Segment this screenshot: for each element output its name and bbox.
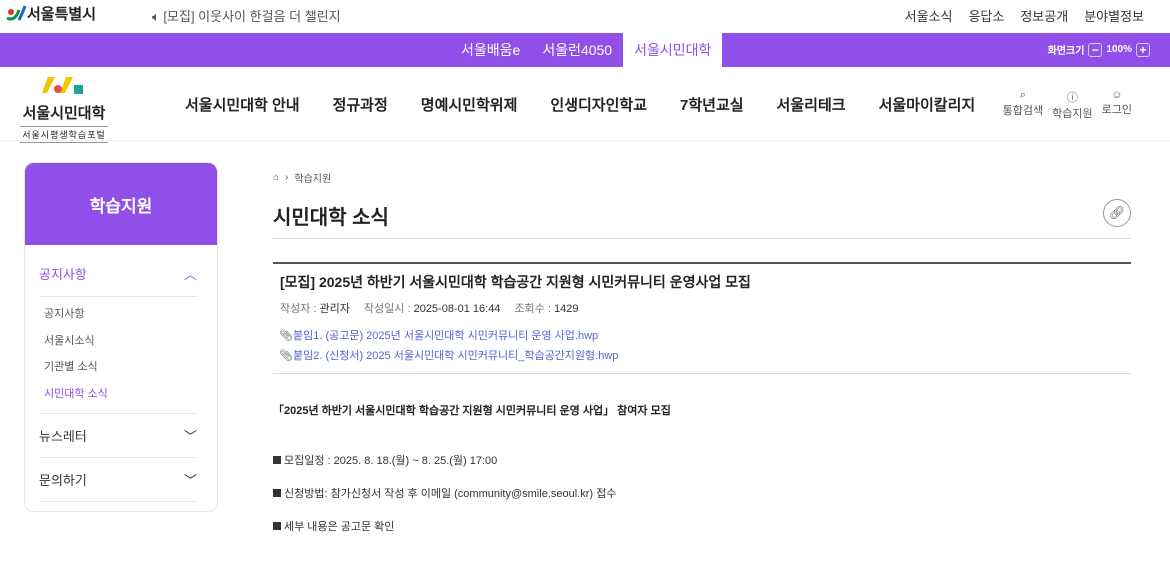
views-value: 1429 [553,303,579,315]
notice-text[interactable]: [모집] 이웃사이 한걸음 더 챌린지 [163,9,340,24]
nav-seoul-my-college[interactable]: 서울마이칼리지 [879,94,976,115]
main-nav: 서울시민대학 안내 정규과정 명예시민학위제 인생디자인학교 7학년교실 서울리… [185,94,975,115]
attachment-name[interactable]: 붙임1. (공고문) 2025년 서울시민대학 시민커뮤니티 운영 사업.hwp [293,330,598,342]
sidebar-item-agency-news[interactable]: 기관별 소식 [44,354,197,381]
date-value: 2025-08-01 16:44 [413,303,501,315]
sidebar-title: 학습지원 [25,163,217,245]
zoom-in-button[interactable]: + [1136,42,1150,57]
square-bullet-icon [273,456,281,464]
tab-seoul-run-4050[interactable]: 서울런4050 [531,33,623,67]
zoom-label: 화면크기 [1047,46,1085,57]
section-label: 공지사항 [39,267,87,282]
login-button[interactable]: ☺ 로그인 [1102,89,1132,121]
seoul-logo-icon [6,5,27,21]
bullet-item: 모집일정 : 2025. 8. 18.(월) ~ 8. 25.(월) 17:00 [273,452,497,468]
seoul-brand-text: 서울특별시 [27,6,97,23]
link-icon: 🔗︎ [1108,205,1126,220]
search-label: 통합검색 [1002,105,1044,117]
paperclip-icon: 📎︎ [279,330,293,342]
views-label: 조회수 : [514,303,551,315]
chevron-up-icon: ︿ [183,267,197,282]
zoom-out-button[interactable]: − [1088,42,1103,57]
attachment-name[interactable]: 붙임2. (신청서) 2025 서울시민대학 시민커뮤니티_학습공간지원형.hw… [293,350,618,362]
bullet-text: 신청방법: 참가신청서 작성 후 이메일 (community@smile.se… [284,488,617,500]
divider [273,238,1131,239]
page-title: 시민대학 소식 [273,207,389,229]
sidebar-section-notice[interactable]: 공지사항 ︿ [39,245,197,297]
bullet-text: 모집일정 : 2025. 8. 18.(월) ~ 8. 25.(월) 17:00 [284,455,498,467]
nav-regular-course[interactable]: 정규과정 [333,94,388,115]
chevron-down-icon: ﹀ [183,473,197,488]
sidebar-item-university-news[interactable]: 시민대학 소식 [44,381,197,408]
tab-seoul-citizen-university[interactable]: 서울시민대학 [623,33,723,67]
bullet-item: 신청방법: 참가신청서 작성 후 이메일 (community@smile.se… [273,485,616,501]
speaker-icon: 🔈︎ [152,9,164,24]
sidebar: 학습지원 공지사항 ︿ 공지사항 서울시소식 기관별 소식 시민대학 소식 뉴스레… [24,162,218,512]
square-bullet-icon [273,489,281,497]
main-header: 서울시민대학 서울시평생학습포털 서울시민대학 안내 정규과정 명예시민학위제 … [0,67,1170,143]
logo-mark-icon [42,77,83,94]
nav-7th-grade-class[interactable]: 7학년교실 [680,94,744,115]
paperclip-icon: 📎︎ [279,350,293,362]
top-links: 서울소식 응답소 정보공개 분야별정보 [905,6,1144,25]
attachment-link[interactable]: 📎︎붙임2. (신청서) 2025 서울시민대학 시민커뮤니티_학습공간지원형.… [279,347,618,363]
bullet-text: 세부 내용은 공고문 확인 [284,521,395,533]
login-label: 로그인 [1101,104,1132,116]
section-label: 뉴스레터 [39,429,87,444]
author: 작성자 : 관리자 [280,300,350,316]
logo-subtitle: 서울시평생학습포털 [20,126,108,143]
chevron-down-icon: ﹀ [183,429,197,444]
top-bar: 서울특별시 🔈︎ [모집] 이웃사이 한걸음 더 챌린지 서울소식 응답소 정보… [0,0,1170,32]
section-label: 문의하기 [39,473,87,488]
learning-support-label: 학습지원 [1052,108,1093,120]
logo-title: 서울시민대학 [22,105,106,122]
utility-menu: ⌕ 통합검색 ⓘ 학습지원 ☺ 로그인 [1003,89,1132,121]
link-info-disclosure[interactable]: 정보공개 [1020,6,1068,25]
attachment-link[interactable]: 📎︎붙임1. (공고문) 2025년 서울시민대학 시민커뮤니티 운영 사업.h… [279,327,598,343]
link-field-info[interactable]: 분야별정보 [1084,6,1144,25]
sidebar-submenu: 공지사항 서울시소식 기관별 소식 시민대학 소식 [39,297,197,414]
bullet-item: 세부 내용은 공고문 확인 [273,518,394,534]
divider [273,262,1131,264]
screen-zoom-control: 화면크기 − 100% + [1048,42,1150,57]
search-icon: ⌕ [1019,89,1026,101]
nav-about[interactable]: 서울시민대학 안내 [185,94,300,115]
breadcrumb-item[interactable]: 학습지원 [294,170,331,185]
home-icon[interactable]: ⌂ [273,172,279,183]
seoul-logo[interactable]: 서울특별시 [5,3,96,24]
share-link-button[interactable]: 🔗︎ [1103,199,1131,227]
sidebar-section-inquiry[interactable]: 문의하기 ﹀ [39,458,197,502]
views: 조회수 : 1429 [514,300,578,316]
site-tabs-bar: 서울배움e 서울런4050 서울시민대학 화면크기 − 100% + [0,33,1170,67]
article-heading: 「2025년 하반기 서울시민대학 학습공간 지원형 시민커뮤니티 운영 사업」… [273,405,671,417]
search-button[interactable]: ⌕ 통합검색 [1003,89,1043,121]
article-meta: 작성자 : 관리자 작성일시 : 2025-08-01 16:44 조회수 : … [280,300,578,316]
user-icon: ☺ [1111,89,1123,101]
nav-seoul-retech[interactable]: 서울리테크 [777,94,846,115]
sidebar-item-notice[interactable]: 공지사항 [44,301,197,328]
learning-support-button[interactable]: ⓘ 학습지원 [1052,89,1092,121]
square-bullet-icon [273,522,281,530]
author-label: 작성자 : [280,303,317,315]
chevron-right-icon: › [285,172,289,183]
nav-honorary-degree[interactable]: 명예시민학위제 [421,94,518,115]
sidebar-section-newsletter[interactable]: 뉴스레터 ﹀ [39,414,197,458]
date: 작성일시 : 2025-08-01 16:44 [364,300,501,316]
breadcrumb: ⌂ › 학습지원 [273,170,331,185]
date-label: 작성일시 : [363,303,411,315]
sidebar-item-seoul-news[interactable]: 서울시소식 [44,328,197,355]
link-seoul-news[interactable]: 서울소식 [905,6,953,25]
link-eungdapso[interactable]: 응답소 [968,6,1004,25]
divider [273,373,1131,374]
nav-life-design-school[interactable]: 인생디자인학교 [550,94,647,115]
info-icon: ⓘ [1066,92,1078,104]
author-value: 관리자 [319,303,350,315]
site-logo[interactable]: 서울시민대학 서울시평생학습포털 [20,77,108,143]
tab-seoul-baeum[interactable]: 서울배움e [450,33,531,67]
notice-ticker[interactable]: 🔈︎ [모집] 이웃사이 한걸음 더 챌린지 [152,6,341,25]
article-title: [모집] 2025년 하반기 서울시민대학 학습공간 지원형 시민커뮤니티 운영… [280,274,751,290]
zoom-value: 100% [1106,44,1132,55]
